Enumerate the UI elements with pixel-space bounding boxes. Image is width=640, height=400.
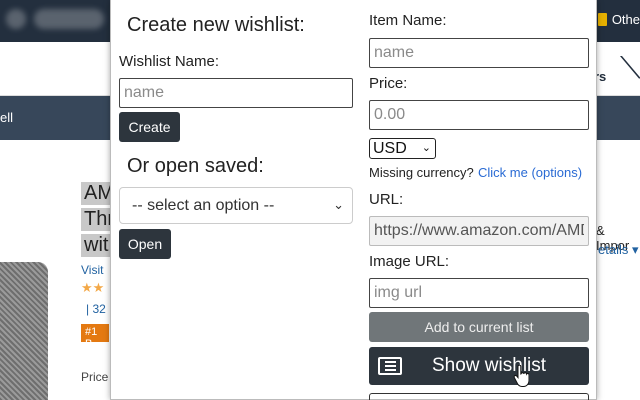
item-name-label: Item Name: — [369, 12, 447, 29]
url-label: URL: — [369, 191, 404, 208]
price-label: Price: — [369, 75, 408, 92]
blurred-bookmark — [34, 9, 104, 29]
saved-select-value: -- select an option -- — [132, 196, 275, 214]
currency-value: USD — [373, 139, 407, 157]
chevron-down-icon: ⌄ — [333, 197, 344, 212]
bestseller-badge: #1 B — [81, 324, 109, 350]
list-icon — [378, 357, 402, 375]
details-link[interactable]: etails ▾ — [598, 242, 639, 258]
chevron-down-icon: ⌄ — [421, 142, 431, 154]
url-input[interactable] — [369, 216, 589, 246]
create-button[interactable]: Create — [119, 112, 180, 142]
show-wishlist-button[interactable]: Show wishlist — [369, 347, 589, 387]
nav-item-fragment[interactable]: ell — [0, 110, 13, 125]
rating-count[interactable]: | 32 — [86, 302, 106, 316]
star-rating-icon: ★★ — [81, 280, 105, 295]
saved-wishlist-select[interactable]: -- select an option -- ⌄ — [119, 187, 353, 224]
add-to-list-button[interactable]: Add to current list — [369, 312, 589, 342]
next-control-edge[interactable] — [369, 393, 589, 400]
open-saved-heading: Or open saved: — [127, 155, 264, 177]
price-label: Price — [81, 370, 109, 384]
visit-store-link[interactable]: Visit — [81, 263, 103, 277]
wishlist-popup: Create new wishlist: Wishlist Name: Crea… — [110, 0, 597, 400]
missing-currency-text: Missing currency? — [369, 165, 474, 180]
item-name-input[interactable] — [369, 38, 589, 68]
product-image[interactable] — [0, 262, 48, 400]
image-url-input[interactable] — [369, 278, 589, 308]
blurred-bookmark — [6, 9, 26, 29]
product-title-fragment: wit — [81, 234, 112, 257]
wishlist-name-input[interactable] — [119, 78, 353, 108]
create-heading: Create new wishlist: — [127, 14, 305, 36]
currency-options-link[interactable]: Click me (options) — [478, 165, 582, 180]
wishlist-name-label: Wishlist Name: — [119, 53, 220, 70]
logo-fragment-icon: ⟍ — [620, 52, 640, 85]
currency-select[interactable]: USD ⌄ — [369, 138, 436, 159]
other-bookmarks[interactable]: Othe — [612, 12, 640, 27]
open-button[interactable]: Open — [119, 229, 171, 259]
hand-pointer-icon — [513, 365, 529, 387]
price-input[interactable] — [369, 100, 589, 130]
folder-icon — [598, 13, 607, 26]
image-url-label: Image URL: — [369, 253, 450, 270]
